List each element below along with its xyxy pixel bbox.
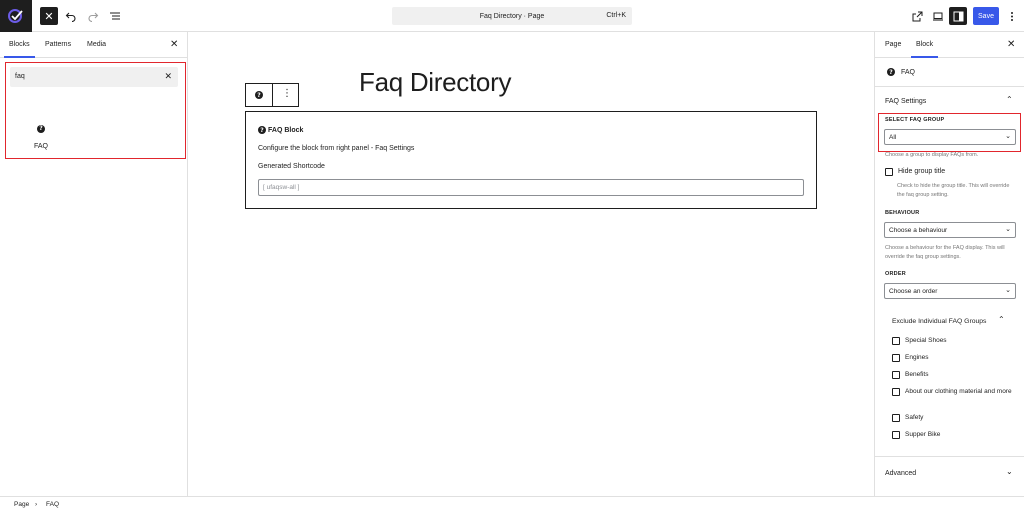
exclude-checkbox[interactable] <box>892 354 900 362</box>
toolbar-divider <box>272 84 273 106</box>
chevron-up-icon[interactable]: ⌃ <box>1006 95 1013 104</box>
active-tab-indicator <box>4 56 35 58</box>
inserter-tabs: Blocks Patterns Media ✕ <box>0 32 187 58</box>
more-options-icon[interactable]: ⋮ <box>282 88 292 99</box>
logo-icon <box>8 9 23 23</box>
sidebar-icon <box>953 11 963 21</box>
exclude-checkbox[interactable] <box>892 414 900 422</box>
question-icon: ? <box>887 68 895 76</box>
question-icon: ? <box>258 126 266 134</box>
breadcrumb-separator-icon: › <box>35 501 38 508</box>
exclude-groups-toggle[interactable]: Exclude Individual FAQ Groups <box>892 318 986 325</box>
block-toolbar: ? ⋮ <box>245 83 299 107</box>
exclude-checkbox[interactable] <box>892 431 900 439</box>
exclude-label[interactable]: Special Shoes <box>905 337 947 346</box>
hide-title-help: Check to hide the group title. This will… <box>897 183 1010 198</box>
tab-blocks[interactable]: Blocks <box>9 41 30 48</box>
tab-block[interactable]: Block <box>916 41 933 48</box>
order-value: Choose an order <box>889 288 938 295</box>
exclude-checkbox[interactable] <box>892 388 900 396</box>
chevron-up-icon[interactable]: ⌃ <box>998 315 1005 324</box>
exclude-label[interactable]: Safety <box>905 414 923 423</box>
tab-patterns[interactable]: Patterns <box>45 41 71 48</box>
exclude-label[interactable]: Engines <box>905 354 929 363</box>
editor-top-bar: ✕ Faq Directory · Page Ctrl+K Save <box>0 0 1024 32</box>
settings-tabs: Page Block ✕ <box>875 32 1024 58</box>
order-label: ORDER <box>885 271 906 277</box>
document-title: Faq Directory · Page <box>479 12 545 20</box>
faq-block-title-text: FAQ Block <box>268 126 304 134</box>
faq-settings-toggle[interactable]: FAQ Settings <box>885 98 926 105</box>
exclude-label[interactable]: Benefits <box>905 371 929 380</box>
block-card-title: FAQ <box>901 68 916 76</box>
view-external-icon[interactable] <box>908 7 926 25</box>
redo-icon[interactable] <box>84 7 102 25</box>
document-overview-icon[interactable] <box>106 7 124 25</box>
faq-block[interactable]: ? FAQ Block Configure the block from rig… <box>245 111 817 209</box>
close-inserter-button[interactable]: ✕ <box>40 7 58 25</box>
highlight-box <box>5 62 186 159</box>
close-icon[interactable]: ✕ <box>170 39 178 50</box>
options-menu-icon[interactable] <box>1003 7 1021 25</box>
behaviour-value: Choose a behaviour <box>889 227 948 234</box>
breadcrumb: Page › FAQ <box>0 496 1024 511</box>
exclude-checkbox[interactable] <box>892 337 900 345</box>
block-card: ? FAQ <box>887 68 915 76</box>
tab-media[interactable]: Media <box>87 41 106 48</box>
editor-canvas: Faq Directory ? ⋮ ? FAQ Block Configure … <box>189 32 873 496</box>
command-shortcut: Ctrl+K <box>606 12 626 19</box>
preview-device-icon[interactable] <box>929 7 947 25</box>
tab-page[interactable]: Page <box>885 41 901 48</box>
active-tab-indicator <box>911 56 938 58</box>
save-button[interactable]: Save <box>973 7 999 25</box>
exclude-label[interactable]: About our clothing material and more <box>905 388 1013 397</box>
faq-group-help: Choose a group to display FAQs from. <box>885 152 979 158</box>
behaviour-label: BEHAVIOUR <box>885 210 920 216</box>
behaviour-select[interactable]: Choose a behaviour ⌄ <box>884 222 1016 238</box>
behaviour-help: Choose a behaviour for the FAQ display. … <box>885 245 1005 260</box>
advanced-toggle[interactable]: Advanced <box>885 470 916 477</box>
breadcrumb-page[interactable]: Page <box>14 501 29 508</box>
settings-sidebar: Page Block ✕ ? FAQ FAQ Settings ⌃ SELECT… <box>874 32 1024 496</box>
chevron-down-icon: ⌄ <box>1005 287 1011 294</box>
hide-title-checkbox[interactable] <box>885 168 893 176</box>
highlight-box <box>878 113 1021 152</box>
exclude-label[interactable]: Supper Bike <box>905 431 940 440</box>
breadcrumb-faq[interactable]: FAQ <box>46 501 59 508</box>
generated-shortcode-label: Generated Shortcode <box>258 163 325 170</box>
close-icon[interactable]: ✕ <box>1007 39 1015 50</box>
exclude-checkbox[interactable] <box>892 371 900 379</box>
chevron-down-icon[interactable]: ⌄ <box>1006 467 1013 476</box>
page-title[interactable]: Faq Directory <box>359 67 511 98</box>
site-logo[interactable] <box>0 0 32 32</box>
undo-icon[interactable] <box>62 7 80 25</box>
hide-title-label[interactable]: Hide group title <box>898 168 945 177</box>
document-title-bar[interactable]: Faq Directory · Page Ctrl+K <box>392 7 632 25</box>
shortcode-field[interactable]: [ ufaqsw-all ] <box>258 179 804 196</box>
faq-block-title: ? FAQ Block <box>258 126 303 134</box>
settings-toggle-button[interactable] <box>949 7 967 25</box>
faq-block-description: Configure the block from right panel - F… <box>258 145 415 152</box>
divider <box>875 86 1024 87</box>
divider <box>875 456 1024 457</box>
order-select[interactable]: Choose an order ⌄ <box>884 283 1016 299</box>
block-type-icon[interactable]: ? <box>255 91 263 99</box>
chevron-down-icon: ⌄ <box>1005 226 1011 233</box>
